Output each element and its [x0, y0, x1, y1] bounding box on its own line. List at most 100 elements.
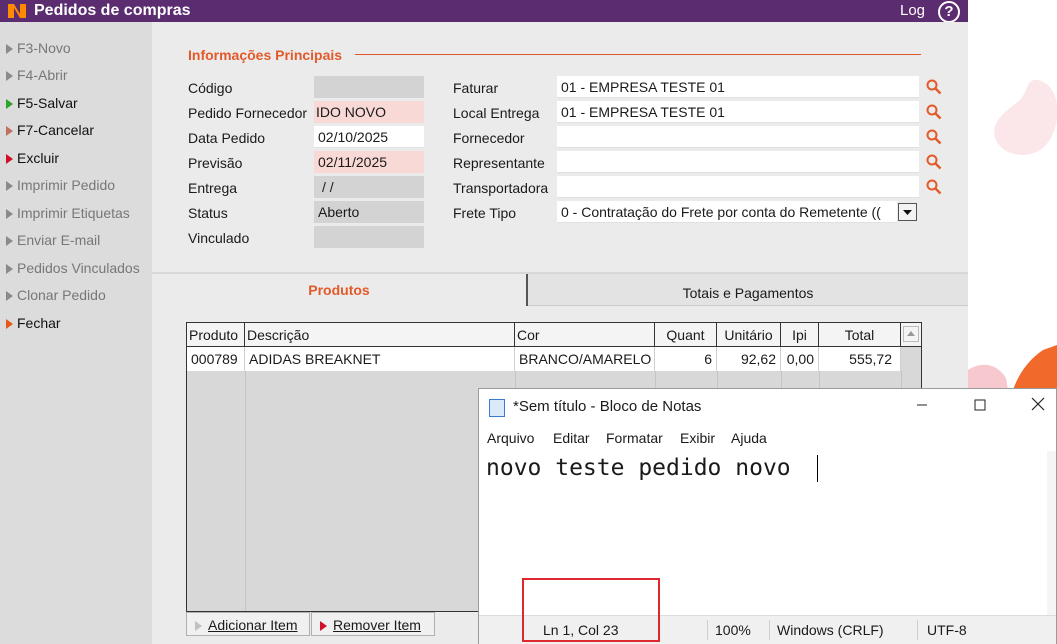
- data-pedido-field[interactable]: 02/10/2025: [314, 126, 424, 148]
- pedido-fornecedor-field[interactable]: IDO NOVO: [314, 101, 424, 123]
- sidebar-item-fechar[interactable]: Fechar: [6, 312, 61, 334]
- transportadora-field[interactable]: [557, 176, 919, 198]
- status-divider: [917, 620, 918, 640]
- menu-editar[interactable]: Editar: [553, 428, 590, 448]
- section-divider: [355, 54, 921, 55]
- column-header-total[interactable]: Total: [819, 323, 901, 347]
- sidebar-item-abrir[interactable]: F4-Abrir: [6, 64, 68, 86]
- chevron-right-icon: [6, 319, 13, 329]
- column-header-ipi[interactable]: Ipi: [781, 323, 819, 347]
- menu-formatar[interactable]: Formatar: [606, 428, 663, 448]
- frete-tipo-dropdown-button[interactable]: [898, 203, 917, 221]
- help-icon[interactable]: ?: [938, 1, 960, 23]
- add-item-button[interactable]: Adicionar Item: [186, 612, 310, 636]
- tab-totais-pagamentos[interactable]: Totais e Pagamentos: [528, 274, 968, 306]
- local-entrega-field[interactable]: 01 - EMPRESA TESTE 01: [557, 101, 919, 123]
- representante-label: Representante: [453, 155, 545, 171]
- entrega-field[interactable]: / /: [314, 176, 424, 198]
- cell-cor[interactable]: BRANCO/AMARELO: [515, 347, 655, 371]
- maximize-button[interactable]: [957, 393, 1003, 421]
- search-icon[interactable]: [926, 104, 942, 120]
- sidebar-item-label: Clonar Pedido: [17, 287, 106, 303]
- cell-quant[interactable]: 6: [655, 347, 717, 371]
- sidebar-item-label: Enviar E-mail: [17, 232, 101, 248]
- minimize-button[interactable]: [899, 393, 945, 421]
- representante-field[interactable]: [557, 151, 919, 173]
- close-icon: [1031, 397, 1045, 411]
- column-line: [245, 371, 246, 611]
- previsao-label: Previsão: [188, 155, 243, 171]
- status-line-ending: Windows (CRLF): [777, 622, 884, 638]
- section-title: Informações Principais: [188, 47, 343, 63]
- chevron-right-icon: [6, 154, 13, 164]
- search-icon[interactable]: [926, 154, 942, 170]
- notepad-title: *Sem título - Bloco de Notas: [513, 398, 702, 415]
- menu-exibir[interactable]: Exibir: [680, 428, 715, 448]
- codigo-field[interactable]: [314, 76, 424, 98]
- status-field: Aberto: [314, 201, 424, 223]
- scroll-up-button[interactable]: [901, 323, 921, 347]
- log-link[interactable]: Log: [900, 1, 925, 21]
- local-entrega-label: Local Entrega: [453, 105, 540, 121]
- sidebar-item-label: F3-Novo: [17, 40, 71, 56]
- column-header-produto[interactable]: Produto: [187, 323, 245, 347]
- vinculado-label: Vinculado: [188, 230, 250, 246]
- menu-arquivo[interactable]: Arquivo: [487, 428, 534, 448]
- cell-produto[interactable]: 000789: [187, 347, 245, 371]
- search-icon[interactable]: [926, 79, 942, 95]
- sidebar-item-imprimir-etiquetas[interactable]: Imprimir Etiquetas: [6, 202, 130, 224]
- cell-descricao[interactable]: ADIDAS BREAKNET: [245, 347, 515, 371]
- search-icon[interactable]: [926, 129, 942, 145]
- sidebar-item-cancelar[interactable]: F7-Cancelar: [6, 119, 94, 141]
- chevron-right-icon: [6, 264, 13, 274]
- app-title-bar: Pedidos de compras Log ?: [0, 0, 968, 23]
- fornecedor-field[interactable]: [557, 126, 919, 148]
- frete-tipo-select[interactable]: 0 - Contratação do Frete por conta do Re…: [557, 201, 897, 223]
- faturar-field[interactable]: 01 - EMPRESA TESTE 01: [557, 76, 919, 98]
- cell-unitario[interactable]: 92,62: [717, 347, 781, 371]
- tab-produtos[interactable]: Produtos: [152, 274, 526, 306]
- chevron-right-icon: [195, 621, 202, 631]
- sidebar-item-label: F5-Salvar: [17, 95, 78, 111]
- text-caret: [817, 455, 818, 482]
- cell-total[interactable]: 555,72: [819, 347, 901, 371]
- chevron-right-icon: [320, 621, 327, 631]
- remove-item-label: Remover Item: [333, 617, 421, 633]
- sidebar-item-label: Pedidos Vinculados: [17, 260, 140, 276]
- sidebar-item-label: Fechar: [17, 315, 61, 331]
- chevron-up-icon: [903, 326, 919, 342]
- status-encoding: UTF-8: [927, 622, 967, 638]
- sidebar-item-imprimir-pedido[interactable]: Imprimir Pedido: [6, 174, 115, 196]
- sidebar-item-salvar[interactable]: F5-Salvar: [6, 92, 78, 114]
- sidebar-item-label: F4-Abrir: [17, 67, 68, 83]
- column-header-unitario[interactable]: Unitário: [717, 323, 781, 347]
- sidebar-item-excluir[interactable]: Excluir: [6, 147, 59, 169]
- notepad-content: novo teste pedido novo: [486, 455, 791, 481]
- pedido-fornecedor-label: Pedido Fornecedor: [188, 105, 308, 121]
- sidebar-item-enviar-email[interactable]: Enviar E-mail: [6, 229, 100, 251]
- status-zoom: 100%: [715, 622, 751, 638]
- column-header-quant[interactable]: Quant: [655, 323, 717, 347]
- previsao-field[interactable]: 02/11/2025: [314, 151, 424, 173]
- chevron-right-icon: [6, 99, 13, 109]
- column-header-cor[interactable]: Cor: [515, 323, 655, 347]
- entrega-label: Entrega: [188, 180, 238, 196]
- codigo-label: Código: [188, 80, 233, 96]
- search-icon[interactable]: [926, 179, 942, 195]
- frete-tipo-label: Frete Tipo: [453, 205, 517, 221]
- remove-item-button[interactable]: Remover Item: [311, 612, 435, 636]
- menu-ajuda[interactable]: Ajuda: [731, 428, 767, 448]
- status-divider: [769, 620, 770, 640]
- close-button[interactable]: [1015, 393, 1057, 421]
- fornecedor-label: Fornecedor: [453, 130, 525, 146]
- column-header-descricao[interactable]: Descrição: [245, 323, 515, 347]
- sidebar-item-novo[interactable]: F3-Novo: [6, 37, 71, 59]
- app-logo-icon: [8, 4, 26, 18]
- data-pedido-label: Data Pedido: [188, 130, 266, 146]
- sidebar-item-pedidos-vinculados[interactable]: Pedidos Vinculados: [6, 257, 140, 279]
- vertical-scrollbar[interactable]: [1047, 451, 1056, 615]
- cell-ipi[interactable]: 0,00: [781, 347, 819, 371]
- status-label: Status: [188, 205, 228, 221]
- chevron-right-icon: [6, 71, 13, 81]
- sidebar-item-clonar-pedido[interactable]: Clonar Pedido: [6, 284, 106, 306]
